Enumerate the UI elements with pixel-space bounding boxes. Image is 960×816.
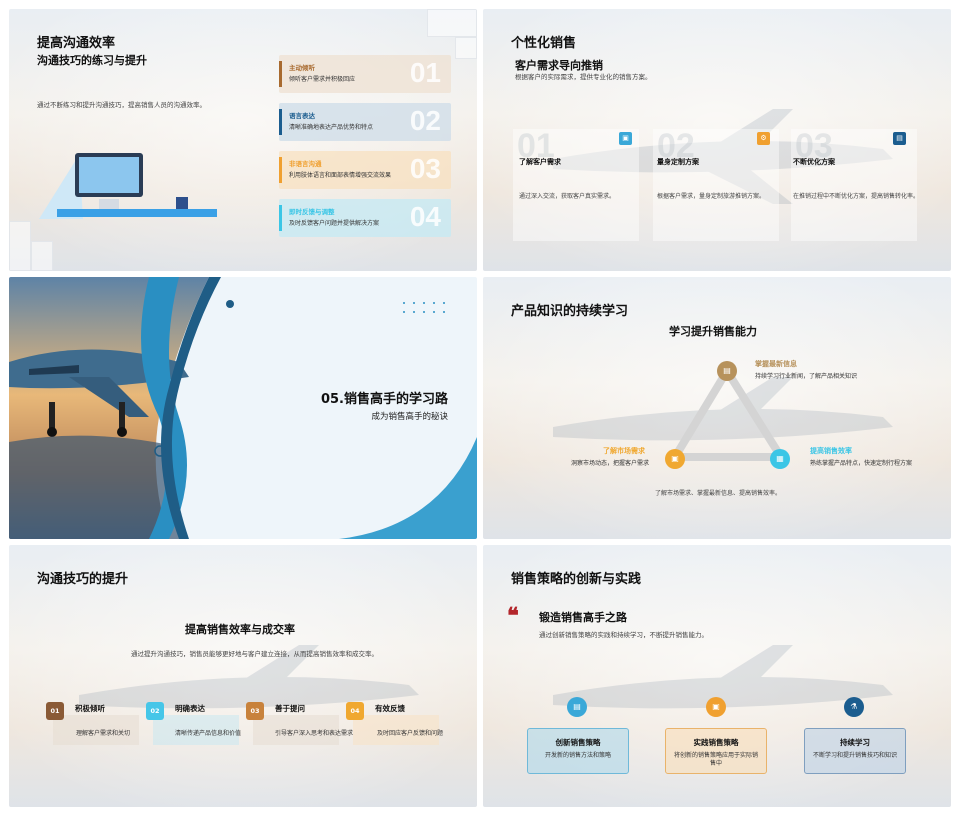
card-title: 不断优化方案 [793, 158, 835, 166]
card-desc: 通过深入交流，获取客户真实需求。 [519, 193, 616, 200]
decor-tile [455, 37, 477, 59]
right-desc: 熟练掌握产品特点，快速定制行程方案 [810, 460, 913, 467]
card-desc: 开发新的销售方法和策略 [544, 752, 611, 759]
left-desc: 洞察市场动态，把握客户需求 [571, 460, 650, 467]
slide-title: 销售策略的创新与实践 [511, 572, 642, 587]
slide-6[interactable]: 销售策略的创新与实践 ❝ 锻造销售高手之路 通过创新销售策略的实践和持续学习，不… [483, 545, 951, 807]
card-title: 了解客户需求 [519, 158, 561, 166]
computer-illustration [39, 153, 217, 219]
top-desc: 持续学习行业新闻，了解产品相关知识 [755, 373, 858, 380]
decor-tile [9, 221, 31, 271]
document-icon: ▤ [893, 132, 906, 145]
slide-subtitle: 沟通技巧的练习与提升 [37, 54, 147, 67]
item-number: 04 [346, 702, 364, 720]
slide-desc: 根据客户的实际需求，提供专业化的销售方案。 [515, 73, 652, 81]
slide-1[interactable]: 提高沟通效率 沟通技巧的练习与提升 通过不断练习和提升沟通技巧，提高销售人员的沟… [9, 9, 477, 271]
left-title: 了解市场需求 [603, 447, 645, 455]
strategy-card-1[interactable] [527, 728, 629, 774]
card-title: 创新销售策略 [555, 738, 601, 747]
card-title: 量身定制方案 [657, 158, 699, 166]
slide-3[interactable]: 05.销售高手的学习路 成为销售高手的秘诀 [9, 277, 477, 539]
item-number: 02 [409, 105, 441, 136]
item-title: 有效反馈 [375, 704, 405, 713]
slide-subtitle: 学习提升销售能力 [669, 325, 757, 338]
card-title: 持续学习 [840, 738, 870, 747]
image-icon: ▣ [706, 697, 726, 717]
quote-title: 锻造销售高手之路 [539, 611, 627, 624]
slide-grid: 提高沟通效率 沟通技巧的练习与提升 通过不断练习和提升沟通技巧，提高销售人员的沟… [0, 0, 960, 816]
item-title: 即时反馈与调整 [289, 208, 335, 216]
slide-title: 产品知识的持续学习 [511, 304, 629, 319]
item-title: 主动倾听 [289, 64, 315, 72]
slide-subtitle: 客户需求导向推销 [515, 59, 603, 72]
slide-4[interactable]: 产品知识的持续学习 学习提升销售能力 ▤ ▣ ▦ 掌握最新信息 持续学习行业新闻… [483, 277, 951, 539]
chat-icon: ▣ [619, 132, 632, 145]
accent-bar [279, 61, 282, 87]
document-icon: ▤ [567, 697, 587, 717]
right-title: 提高销售效率 [810, 447, 852, 455]
item-number: 02 [146, 702, 164, 720]
accent-bar [279, 109, 282, 135]
slide-desc: 通过提升沟通技巧，销售员能够更好地与客户建立连接，从而提高销售效率和成交率。 [131, 650, 378, 658]
item-desc: 引导客户深入思考和表达需求 [275, 730, 354, 737]
slide-2[interactable]: 个性化销售 客户需求导向推销 根据客户的实际需求，提供专业化的销售方案。 01 … [483, 9, 951, 271]
slide-desc: 通过不断练习和提升沟通技巧，提高销售人员的沟通效率。 [37, 101, 206, 109]
slide-5[interactable]: 沟通技巧的提升 提高销售效率与成交率 通过提升沟通技巧，销售员能够更好地与客户建… [9, 545, 477, 807]
slide-title: 提高沟通效率 [37, 36, 116, 51]
card-desc: 将创新的销售策略应用于实际销售中 [673, 752, 758, 768]
slide-title: 沟通技巧的提升 [37, 572, 129, 587]
item-title: 语言表达 [289, 112, 315, 120]
slide-title: 个性化销售 [511, 36, 577, 51]
quote-icon: ❝ [507, 603, 519, 629]
slide-desc: 通过创新销售策略的实践和持续学习，不断提升销售能力。 [539, 631, 708, 639]
item-title: 明确表达 [175, 704, 205, 713]
top-title: 掌握最新信息 [755, 360, 797, 368]
card-desc: 不断学习和提升销售技巧和知识 [812, 752, 897, 759]
card-desc: 根据客户需求，量身定制旅游推销方案。 [657, 193, 766, 200]
card-title: 实践销售策略 [693, 738, 739, 747]
list-item-2[interactable]: 语言表达 清晰准确地表达产品优势和特点 02 [279, 103, 451, 141]
item-number: 03 [246, 702, 264, 720]
flask-icon: ⚗ [844, 697, 864, 717]
chart-icon: ▣ [665, 449, 685, 469]
section-title: 05.销售高手的学习路 [320, 392, 448, 407]
slide-subtitle: 提高销售效率与成交率 [185, 623, 295, 636]
document-icon: ▦ [770, 449, 790, 469]
item-desc: 理解客户需求和关切 [76, 730, 131, 737]
section-subtitle: 成为销售高手的秘诀 [371, 412, 448, 422]
item-title: 善于提问 [275, 704, 305, 713]
item-title: 非语言沟通 [289, 160, 322, 168]
summary-text: 了解市场需求、掌握最新信息、提高销售效率。 [655, 490, 782, 497]
card-desc: 在推销过程中不断优化方案，提高销售转化率。 [793, 193, 920, 200]
list-item-3[interactable]: 非语言沟通 利用肢体语言和面部表情增强交流效果 03 [279, 151, 451, 189]
gear-icon: ⚙ [757, 132, 770, 145]
item-title: 积极倾听 [75, 704, 105, 713]
item-desc: 利用肢体语言和面部表情增强交流效果 [289, 172, 392, 179]
item-desc: 及时反馈客户问题并提供解决方案 [289, 220, 380, 227]
accent-bar [279, 205, 282, 231]
decor-tile [31, 241, 53, 271]
strategy-card-3[interactable] [804, 728, 906, 774]
decor-tile [427, 9, 477, 37]
info-icon: ▤ [717, 361, 737, 381]
item-number: 03 [409, 153, 441, 184]
item-desc: 及时回应客户反馈和问题 [377, 730, 444, 737]
list-item-4[interactable]: 即时反馈与调整 及时反馈客户问题并提供解决方案 04 [279, 199, 451, 237]
item-number: 01 [409, 57, 441, 88]
list-item-1[interactable]: 主动倾听 倾听客户需求并积极回应 01 [279, 55, 451, 93]
accent-bar [279, 157, 282, 183]
airplane-background-icon [553, 645, 893, 709]
item-number: 04 [409, 201, 441, 232]
item-desc: 清晰准确地表达产品优势和特点 [289, 124, 374, 131]
item-desc: 清晰传递产品信息和价值 [175, 730, 242, 737]
item-number: 01 [46, 702, 64, 720]
item-desc: 倾听客户需求并积极回应 [289, 76, 356, 83]
airplane-photo [9, 277, 477, 539]
